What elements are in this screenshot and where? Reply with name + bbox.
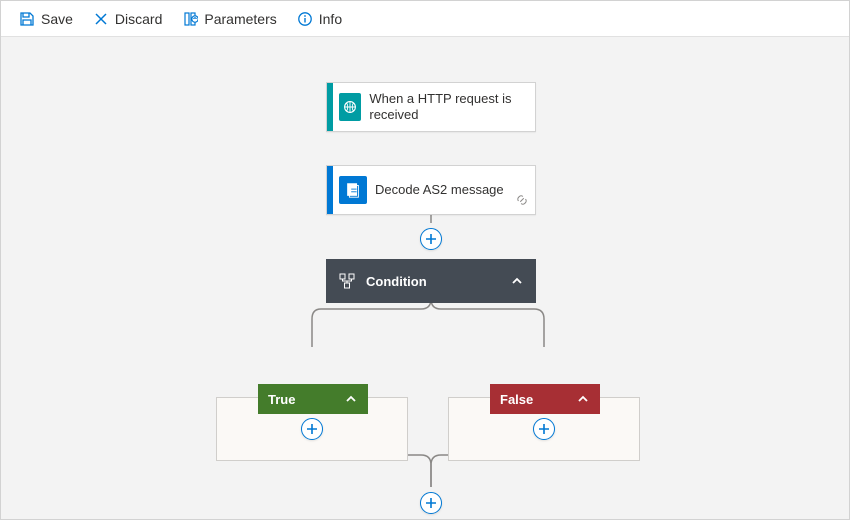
close-icon	[93, 11, 109, 27]
info-button[interactable]: Info	[287, 1, 352, 37]
decode-label: Decode AS2 message	[367, 174, 514, 206]
discard-label: Discard	[115, 11, 162, 27]
info-icon	[297, 11, 313, 27]
add-false-action-button[interactable]	[533, 418, 555, 440]
http-icon	[339, 93, 361, 121]
action-decode-as2[interactable]: Decode AS2 message	[326, 165, 536, 215]
designer-canvas[interactable]: When a HTTP request is received Decode A…	[1, 37, 849, 519]
save-button[interactable]: Save	[9, 1, 83, 37]
discard-button[interactable]: Discard	[83, 1, 172, 37]
branch-false-container[interactable]: False	[448, 397, 640, 461]
document-icon	[339, 176, 367, 204]
condition-label: Condition	[366, 274, 427, 289]
info-label: Info	[319, 11, 342, 27]
connection-icon	[515, 193, 529, 210]
parameters-icon	[182, 11, 198, 27]
save-label: Save	[41, 11, 73, 27]
branch-true-container[interactable]: True	[216, 397, 408, 461]
trigger-label: When a HTTP request is received	[361, 83, 535, 132]
decode-stripe	[327, 166, 333, 214]
chevron-up-icon[interactable]	[344, 392, 358, 406]
branch-false-header[interactable]: False	[490, 384, 600, 414]
add-true-action-button[interactable]	[301, 418, 323, 440]
parameters-button[interactable]: Parameters	[172, 1, 286, 37]
branch-false-label: False	[500, 392, 533, 407]
parameters-label: Parameters	[204, 11, 276, 27]
trigger-http-request[interactable]: When a HTTP request is received	[326, 82, 536, 132]
add-step-after-condition-button[interactable]	[420, 492, 442, 514]
add-step-button[interactable]	[420, 228, 442, 250]
toolbar: Save Discard Parameters Info	[1, 1, 849, 37]
condition-card[interactable]: Condition	[326, 259, 536, 303]
condition-icon	[338, 272, 356, 290]
branch-true-header[interactable]: True	[258, 384, 368, 414]
chevron-up-icon[interactable]	[576, 392, 590, 406]
chevron-up-icon[interactable]	[510, 274, 524, 288]
trigger-stripe	[327, 83, 333, 131]
branch-true-label: True	[268, 392, 295, 407]
save-icon	[19, 11, 35, 27]
